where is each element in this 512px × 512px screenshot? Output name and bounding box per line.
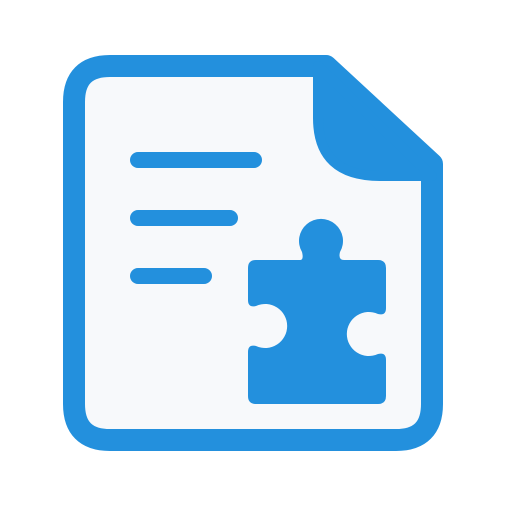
document-plugin-icon	[0, 0, 512, 512]
icon-canvas	[0, 0, 512, 512]
